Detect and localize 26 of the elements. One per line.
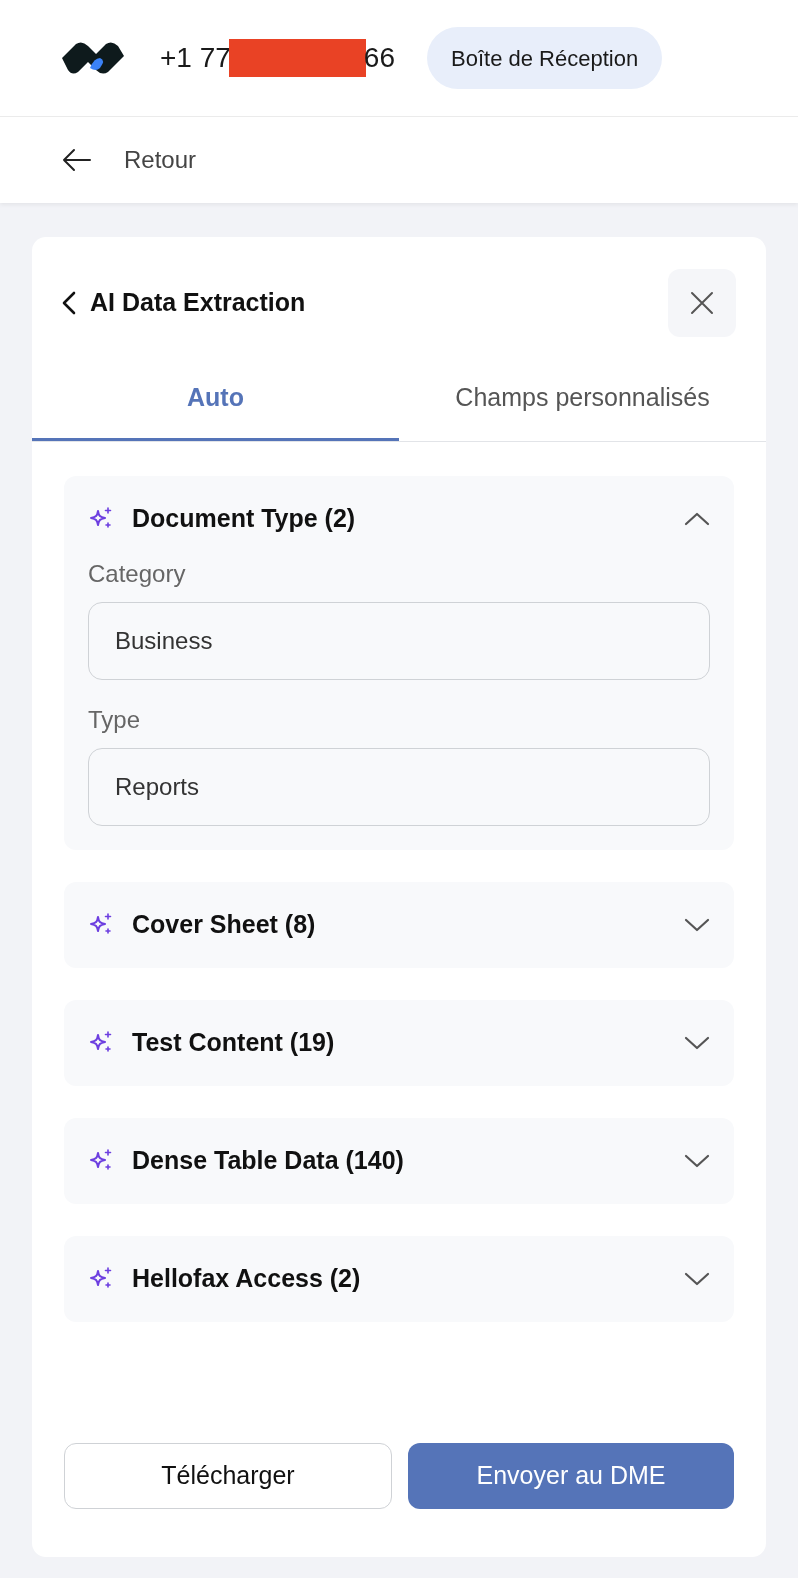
tab[interactable]: Champs personnalisés [399, 357, 766, 441]
tab[interactable]: Auto [32, 357, 399, 441]
section-title[interactable]: Dense Table Data (140) [132, 1142, 666, 1180]
phone-number: +1 77 [160, 41, 231, 75]
input-field[interactable]: Business [88, 602, 710, 680]
inbox-button[interactable]: Boîte de Réception [427, 27, 663, 89]
download-button[interactable]: Télécharger [64, 1443, 392, 1509]
chevron-down-icon[interactable] [684, 1035, 710, 1051]
send-button[interactable]: Envoyer au DME [408, 1443, 734, 1509]
chevron-down-icon[interactable] [684, 1153, 710, 1169]
panel-title: AI Data Extraction [90, 287, 306, 319]
section-title[interactable]: Document Type (2) [132, 500, 666, 538]
chevron-down-icon[interactable] [684, 917, 710, 933]
back-arrow-icon[interactable] [62, 148, 92, 172]
close-icon [690, 291, 714, 315]
back-link[interactable]: Retour [124, 142, 197, 178]
chevron-down-icon[interactable] [684, 1271, 710, 1287]
back-chevron-icon[interactable] [62, 291, 76, 315]
section-title[interactable]: Hellofax Access (2) [132, 1260, 666, 1298]
input-field[interactable]: Reports [88, 748, 710, 826]
field-label: Category [88, 559, 187, 589]
chevron-up-icon[interactable] [684, 511, 710, 527]
section-title[interactable]: Test Content (19) [132, 1024, 666, 1062]
section-title[interactable]: Cover Sheet (8) [132, 906, 666, 944]
close-button[interactable] [668, 269, 736, 337]
field-label: Type [88, 705, 142, 735]
